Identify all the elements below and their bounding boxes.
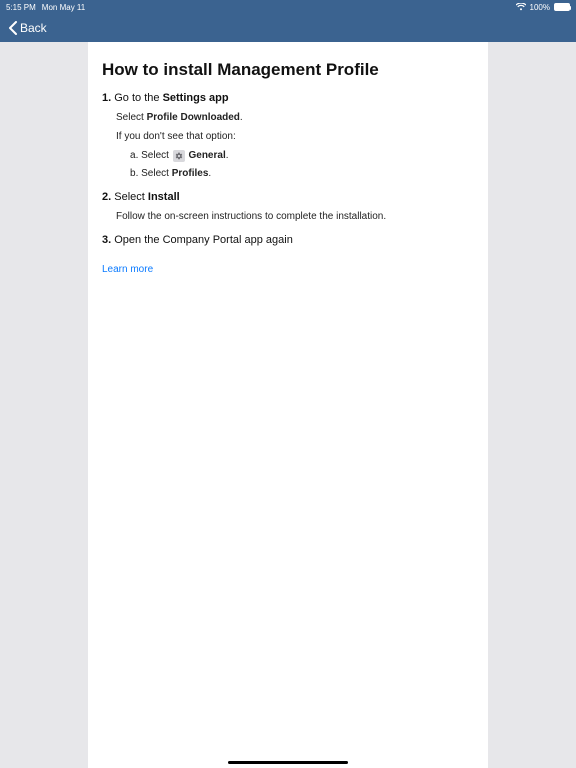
step-1: Go to the Settings app Select Profile Do… — [102, 92, 474, 179]
status-right: 100% — [516, 3, 570, 12]
wifi-icon — [516, 3, 526, 11]
step-1-line: Go to the Settings app — [102, 92, 474, 104]
step-1a-suffix: . — [226, 150, 229, 161]
learn-more-link[interactable]: Learn more — [102, 264, 474, 275]
step-2: Select Install Follow the on-screen inst… — [102, 191, 474, 222]
step-2-detail: Follow the on-screen instructions to com… — [116, 211, 474, 222]
status-date: Mon May 11 — [42, 3, 85, 12]
status-left: 5:15 PM Mon May 11 — [6, 3, 85, 12]
step-1-subitems: Select General. Select Profiles. — [130, 150, 474, 179]
step-2-detail-text: Follow the on-screen instructions to com… — [116, 211, 474, 222]
step-2-line: Select Install — [102, 191, 474, 203]
home-indicator[interactable] — [228, 761, 348, 764]
gear-icon — [173, 150, 185, 162]
back-label: Back — [20, 21, 47, 35]
page-title: How to install Management Profile — [102, 60, 474, 80]
step-1a-prefix: Select — [141, 150, 172, 161]
step-1-bold: Settings app — [163, 92, 229, 104]
step-1b-bold: Profiles — [172, 168, 209, 179]
step-1-detail-prefix: Select — [116, 112, 147, 123]
step-3-line: Open the Company Portal app again — [102, 234, 474, 246]
step-3: Open the Company Portal app again — [102, 234, 474, 246]
step-2-bold: Install — [148, 191, 180, 203]
step-1-detail-bold: Profile Downloaded — [147, 112, 240, 123]
step-2-prefix: Select — [114, 191, 148, 203]
battery-icon — [554, 3, 570, 11]
step-1-detail: Select Profile Downloaded. If you don't … — [116, 112, 474, 179]
status-time: 5:15 PM — [6, 3, 36, 12]
battery-percent: 100% — [530, 3, 550, 12]
content-card: How to install Management Profile Go to … — [88, 42, 488, 768]
step-1b: Select Profiles. — [130, 168, 474, 179]
step-1-detail-suffix: . — [240, 112, 243, 123]
step-1a-bold: General — [188, 150, 225, 161]
step-1-prefix: Go to the — [114, 92, 162, 104]
chevron-left-icon — [8, 21, 18, 35]
step-1b-suffix: . — [208, 168, 211, 179]
back-button[interactable]: Back — [8, 21, 47, 35]
status-bar: 5:15 PM Mon May 11 100% — [0, 0, 576, 14]
step-1a: Select General. — [130, 150, 474, 162]
nav-bar: Back — [0, 14, 576, 42]
steps-list: Go to the Settings app Select Profile Do… — [102, 92, 474, 246]
step-1b-prefix: Select — [141, 168, 172, 179]
step-3-prefix: Open the Company Portal app again — [114, 234, 293, 246]
step-1-note: If you don't see that option: — [116, 131, 474, 142]
